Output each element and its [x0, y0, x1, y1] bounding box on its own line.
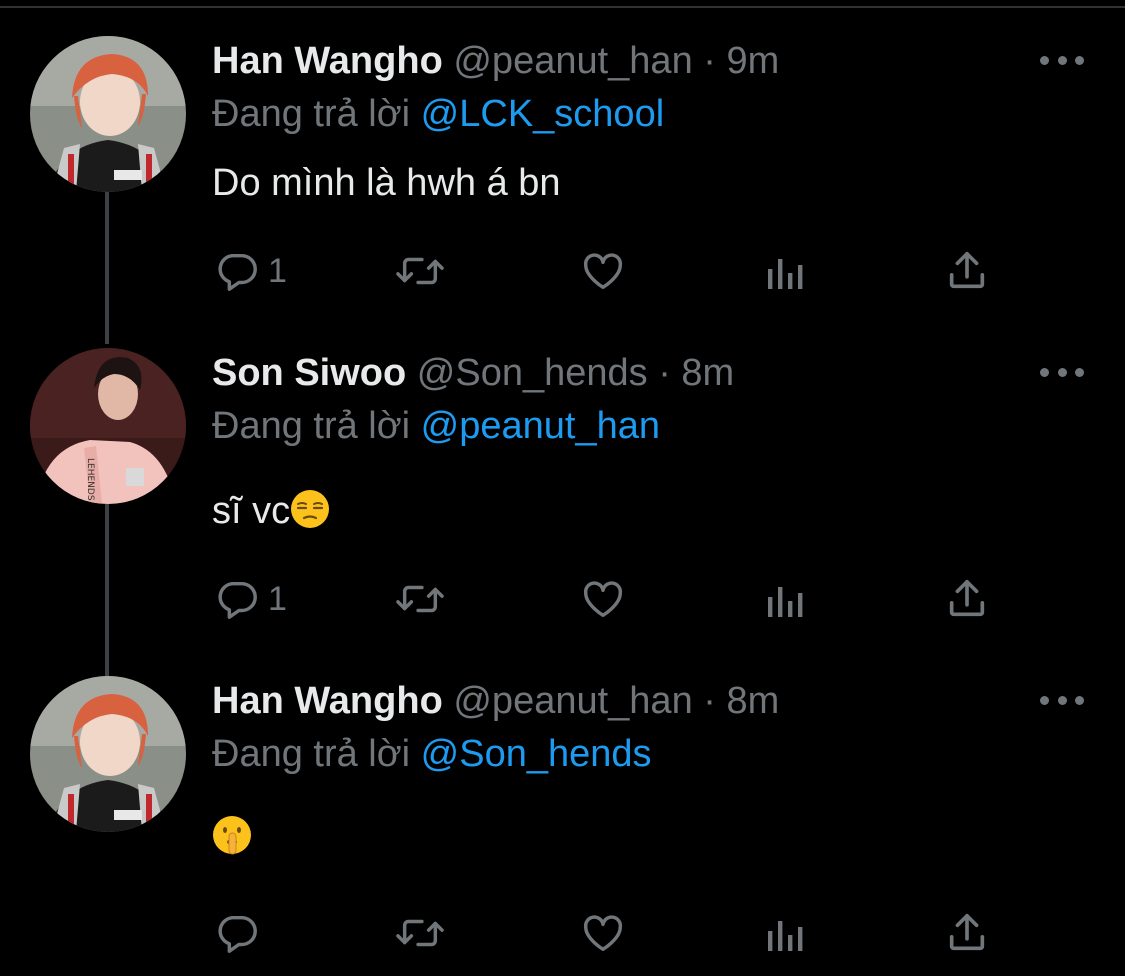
share-icon [949, 251, 985, 289]
reply-count: 1 [268, 579, 287, 618]
more-icon[interactable] [1040, 360, 1084, 384]
tweet-actions [0, 908, 1125, 958]
display-name[interactable]: Han Wangho [212, 680, 443, 722]
tweet[interactable]: LEHENDS Son Siwoo @Son_hends · 8m Đang t… [0, 348, 1125, 648]
more-icon[interactable] [1040, 48, 1084, 72]
share-icon [949, 913, 985, 951]
separator-dot: · [658, 352, 671, 394]
reply-count: 1 [268, 251, 287, 290]
replying-to: Đang trả lời @LCK_school [212, 89, 664, 139]
top-divider [0, 6, 1125, 8]
share-button[interactable] [944, 908, 990, 958]
tweet-actions: 1 [0, 246, 1125, 296]
replying-to: Đang trả lời @Son_hends [212, 729, 652, 779]
retweet-button[interactable] [394, 908, 446, 958]
user-handle[interactable]: @Son_hends [417, 352, 648, 394]
svg-text:LEHENDS: LEHENDS [85, 458, 95, 501]
retweet-button[interactable] [394, 574, 446, 624]
tweet-text: Do mình là hwh á bn [212, 158, 561, 208]
reply-icon [218, 915, 257, 953]
retweet-icon [396, 919, 444, 947]
tweet-text: sĩ vc [212, 486, 330, 542]
analytics-icon [768, 259, 803, 289]
analytics-icon [768, 587, 803, 617]
avatar[interactable]: LEHENDS [30, 348, 186, 504]
tweet-actions: 1 [0, 574, 1125, 624]
replying-to-handle[interactable]: @peanut_han [421, 405, 660, 447]
shushing-face-emoji [212, 815, 252, 868]
tweet[interactable]: Han Wangho @peanut_han · 9m Đang trả lời… [0, 36, 1125, 326]
tweet-text-body: sĩ vc [212, 490, 291, 532]
share-button[interactable] [944, 574, 990, 624]
tweet-header: Han Wangho @peanut_han · 8m [212, 676, 779, 726]
display-name[interactable]: Son Siwoo [212, 352, 406, 394]
timestamp[interactable]: 9m [726, 40, 779, 82]
replying-to-label: Đang trả lời [212, 93, 411, 135]
retweet-icon [396, 257, 444, 285]
avatar[interactable] [30, 36, 186, 192]
user-handle[interactable]: @peanut_han [453, 680, 692, 722]
retweet-icon [396, 585, 444, 613]
retweet-button[interactable] [394, 246, 446, 296]
like-icon [583, 915, 623, 952]
unamused-face-emoji [290, 489, 330, 542]
separator-dot: · [703, 40, 716, 82]
more-icon[interactable] [1040, 688, 1084, 712]
replying-to-label: Đang trả lời [212, 733, 411, 775]
analytics-button[interactable] [766, 908, 806, 958]
reply-icon [218, 253, 257, 291]
separator-dot: · [703, 680, 716, 722]
tweet-header: Han Wangho @peanut_han · 9m [212, 36, 779, 86]
like-icon [583, 581, 623, 618]
tweet-text-body: Do mình là hwh á bn [212, 162, 561, 204]
reply-button[interactable]: 1 [214, 574, 287, 624]
tweet[interactable]: Han Wangho @peanut_han · 8m Đang trả lời… [0, 676, 1125, 976]
reply-icon [218, 581, 257, 619]
like-button[interactable] [580, 574, 626, 624]
tweet-text [212, 812, 252, 868]
timestamp[interactable]: 8m [726, 680, 779, 722]
reply-button[interactable]: 1 [214, 246, 287, 296]
avatar[interactable] [30, 676, 186, 832]
share-icon [949, 579, 985, 617]
tweet-header: Son Siwoo @Son_hends · 8m [212, 348, 734, 398]
user-handle[interactable]: @peanut_han [453, 40, 692, 82]
like-button[interactable] [580, 908, 626, 958]
analytics-button[interactable] [766, 246, 806, 296]
reply-button[interactable] [214, 908, 268, 958]
timestamp[interactable]: 8m [681, 352, 734, 394]
like-icon [583, 253, 623, 290]
replying-to-handle[interactable]: @LCK_school [421, 93, 664, 135]
share-button[interactable] [944, 246, 990, 296]
analytics-icon [768, 921, 803, 951]
replying-to: Đang trả lời @peanut_han [212, 401, 660, 451]
display-name[interactable]: Han Wangho [212, 40, 443, 82]
replying-to-handle[interactable]: @Son_hends [421, 733, 652, 775]
analytics-button[interactable] [766, 574, 806, 624]
like-button[interactable] [580, 246, 626, 296]
replying-to-label: Đang trả lời [212, 405, 411, 447]
